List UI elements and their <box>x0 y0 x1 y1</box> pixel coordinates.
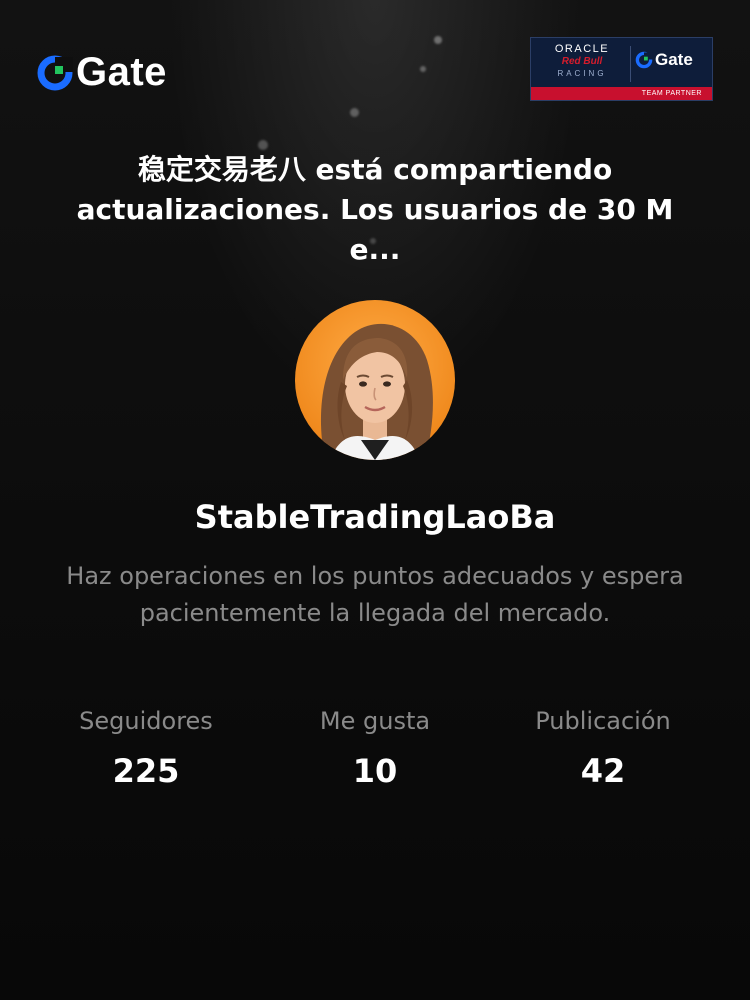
profile-username: StableTradingLaoBa <box>194 498 556 536</box>
gate-brand-logo[interactable]: Gate <box>36 50 167 95</box>
partner-line1: ORACLE <box>554 43 610 55</box>
avatar-woman-portrait-icon <box>320 323 433 460</box>
stat-posts[interactable]: Publicación 42 <box>493 704 713 790</box>
stat-value: 42 <box>580 752 626 790</box>
gate-logo-icon <box>37 55 73 90</box>
stat-value: 225 <box>112 752 180 790</box>
light-particle <box>420 66 426 72</box>
light-particle <box>434 36 442 44</box>
brand-name: Gate <box>76 50 167 94</box>
stat-followers[interactable]: Seguidores 225 <box>36 704 256 790</box>
partner-line3: RACING <box>557 69 607 78</box>
light-particle <box>350 108 359 117</box>
stat-label: Seguidores <box>79 707 213 735</box>
partner-line2: Red Bull <box>561 56 603 67</box>
oracle-redbull-racing-logo: ORACLE Red Bull RACING <box>539 43 625 83</box>
stat-label: Me gusta <box>319 707 431 735</box>
stat-value: 10 <box>352 752 398 790</box>
stat-label: Publicación <box>535 707 671 735</box>
share-headline: 稳定交易老八 está compartiendo actualizaciones… <box>76 153 674 266</box>
badge-divider <box>630 46 631 82</box>
team-partner-badge: ORACLE Red Bull RACING Gate TEAM PARTNER <box>530 37 713 101</box>
stat-likes[interactable]: Me gusta 10 <box>265 704 485 790</box>
partner-footer-label: TEAM PARTNER <box>531 87 712 100</box>
gate-logo-icon <box>635 51 653 69</box>
profile-avatar[interactable] <box>295 300 455 460</box>
profile-bio: Haz operaciones en los puntos adecuados … <box>66 562 684 627</box>
light-particle <box>258 140 268 150</box>
partner-brand-name: Gate <box>655 50 693 69</box>
partner-gate-logo: Gate <box>635 50 693 70</box>
